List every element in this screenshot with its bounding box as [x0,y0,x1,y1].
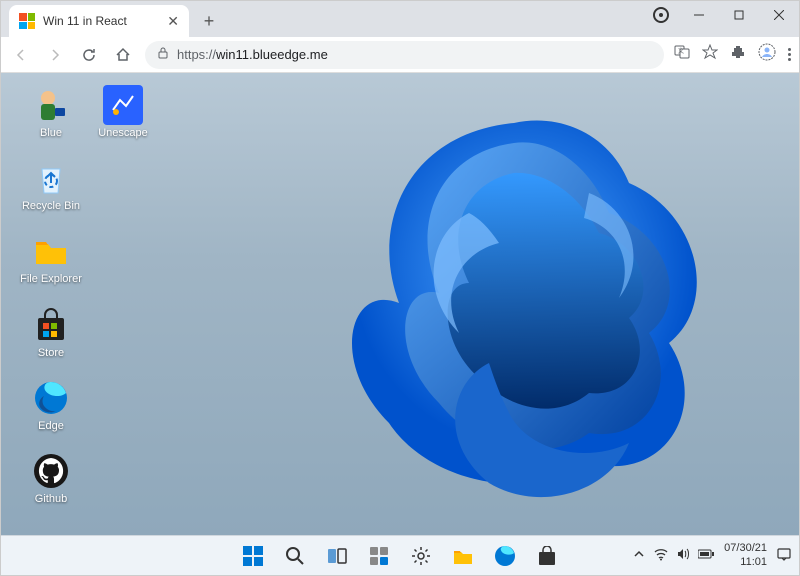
reload-button[interactable] [77,43,101,67]
person-icon [31,85,71,125]
browser-titlebar: Win 11 in React ✕ + [1,1,799,37]
url-text: https://win11.blueedge.me [177,47,328,62]
toolbar-right-icons: 文 [674,43,791,66]
desktop-icon-label: File Explorer [20,273,82,286]
translate-icon[interactable]: 文 [674,44,690,65]
desktop[interactable]: Blue Unescape Recycle Bin File Explorer … [1,73,799,535]
browser-toolbar: https://win11.blueedge.me 文 [1,37,799,73]
tab-title: Win 11 in React [43,14,159,28]
maximize-button[interactable] [719,1,759,29]
profile-icon[interactable] [758,43,776,66]
close-window-button[interactable] [759,1,799,29]
extensions-icon[interactable] [730,44,746,65]
svg-text:文: 文 [678,47,684,55]
edge-icon [31,378,71,418]
win11-bloom-icon [289,83,739,513]
battery-icon[interactable] [698,549,714,562]
desktop-icon-label: Blue [40,127,62,140]
account-icon[interactable] [653,7,669,23]
desktop-icon-label: Github [35,493,67,506]
time-text: 11:01 [724,556,767,569]
notifications-icon[interactable] [777,547,791,564]
settings-button[interactable] [403,538,439,574]
desktop-icon-label: Recycle Bin [22,200,80,213]
taskbar: 07/30/21 11:01 [1,535,799,575]
forward-button[interactable] [43,43,67,67]
desktop-icon-github[interactable]: Github [19,451,83,506]
browser-tab[interactable]: Win 11 in React ✕ [9,5,189,37]
lock-icon [157,46,169,64]
date-text: 07/30/21 [724,542,767,555]
wifi-icon[interactable] [654,547,668,564]
desktop-icon-recycle-bin[interactable]: Recycle Bin [19,158,83,213]
volume-icon[interactable] [676,547,690,564]
desktop-icon-blue[interactable]: Blue [19,85,83,140]
tray-chevron-icon[interactable] [634,549,644,562]
app-tile-icon [103,85,143,125]
github-icon [31,451,71,491]
desktop-icon-store[interactable]: Store [19,305,83,360]
edge-button[interactable] [487,538,523,574]
desktop-icon-label: Store [38,347,64,360]
menu-icon[interactable] [788,48,791,61]
desktop-icon-label: Edge [38,420,64,433]
start-button[interactable] [235,538,271,574]
close-tab-icon[interactable]: ✕ [167,13,179,30]
folder-icon [31,231,71,271]
address-bar[interactable]: https://win11.blueedge.me [145,41,664,69]
desktop-icon-edge[interactable]: Edge [19,378,83,433]
desktop-icon-file-explorer[interactable]: File Explorer [19,231,83,286]
search-button[interactable] [277,538,313,574]
taskbar-center [235,538,565,574]
minimize-button[interactable] [679,1,719,29]
windows-favicon-icon [19,13,35,29]
recycle-bin-icon [31,158,71,198]
system-tray: 07/30/21 11:01 [634,542,791,568]
bookmark-icon[interactable] [702,44,718,65]
new-tab-button[interactable]: + [195,7,223,35]
desktop-icon-label: Unescape [98,127,148,140]
store-button[interactable] [529,538,565,574]
back-button[interactable] [9,43,33,67]
desktop-icon-unescape[interactable]: Unescape [91,85,155,140]
desktop-icons: Blue Unescape Recycle Bin File Explorer … [19,85,155,506]
clock[interactable]: 07/30/21 11:01 [724,542,767,568]
home-button[interactable] [111,43,135,67]
file-explorer-button[interactable] [445,538,481,574]
task-view-button[interactable] [319,538,355,574]
store-icon [31,305,71,345]
widgets-button[interactable] [361,538,397,574]
window-controls [653,1,799,37]
